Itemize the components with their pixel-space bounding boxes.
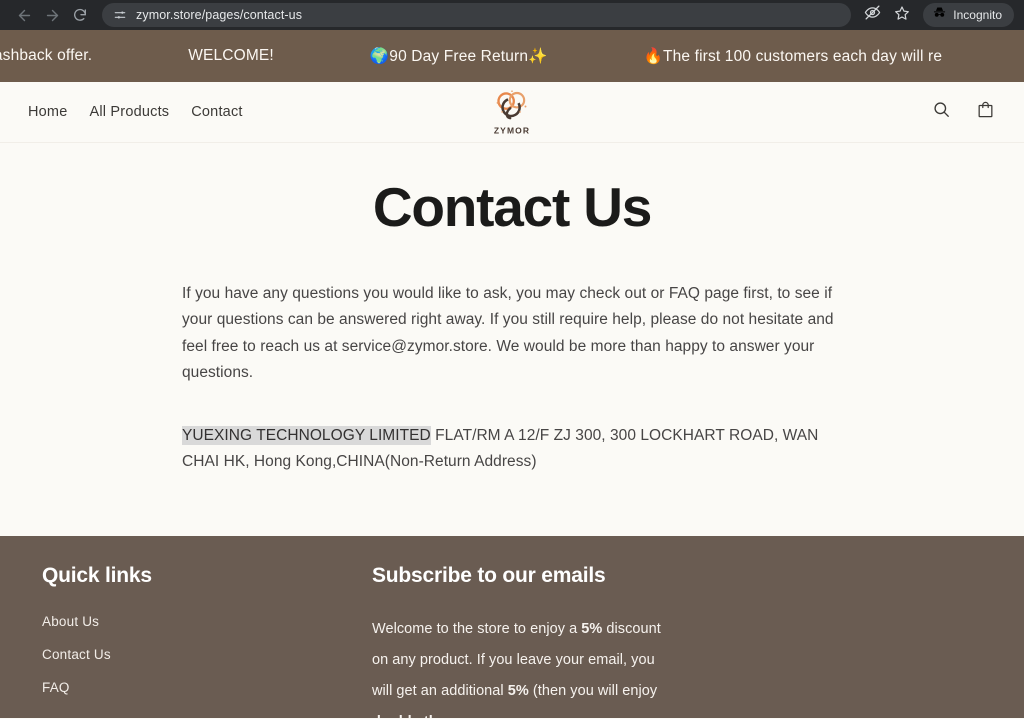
chrome-toolbar-right: Incognito [859,2,1014,28]
nav-link-contact[interactable]: Contact [191,104,242,120]
browser-chrome: zymor.store/pages/contact-us Incognito [0,0,1024,30]
subscribe-bold-2: 5% [507,683,529,699]
forward-button[interactable] [38,1,66,29]
address-bar[interactable]: zymor.store/pages/contact-us [102,3,852,27]
tracking-protection-button[interactable] [859,2,885,28]
tune-icon[interactable] [112,8,127,23]
url-text: zymor.store/pages/contact-us [136,8,303,22]
announcement-item: WELCOME! [188,47,274,64]
company-name-highlighted: YUEXING TECHNOLOGY LIMITED [182,425,431,445]
incognito-icon [932,5,947,25]
zymor-logo-mark-icon [492,89,532,125]
incognito-indicator[interactable]: Incognito [923,3,1014,27]
search-button[interactable] [930,101,952,123]
search-icon [932,100,951,124]
footer-quick-links-heading: Quick links [42,564,152,587]
subscribe-bold-3: double the [372,714,446,718]
footer-link-contact-us[interactable]: Contact Us [42,647,372,662]
subscribe-text-3: (then you will enjoy [528,683,658,699]
star-icon [894,5,910,26]
contact-content: If you have any questions you would like… [182,237,842,476]
announcement-item: 🌍90 Day Free Return✨ [369,47,548,65]
back-button[interactable] [10,1,38,29]
header-actions [930,101,996,123]
footer-subscribe-text: Welcome to the store to enjoy a 5% disco… [372,614,672,718]
contact-intro-paragraph: If you have any questions you would like… [182,284,834,382]
subscribe-bold-1: 5% [581,621,603,637]
footer-link-faq[interactable]: FAQ [42,680,372,695]
site-logo[interactable]: ZYMOR [492,89,532,136]
site-header: Home All Products Contact ZYMOR [0,82,1024,143]
logo-wordmark: ZYMOR [493,125,531,136]
announcement-bar: cashback offer. WELCOME! 🌍90 Day Free Re… [0,30,1024,82]
shopping-bag-icon [976,100,995,124]
footer-subscribe: Subscribe to our emails Welcome to the s… [372,564,672,718]
page-main: Contact Us If you have any questions you… [0,143,1024,536]
main-navigation: Home All Products Contact [28,104,243,120]
announcement-item: cashback offer. [0,47,93,64]
page-title: Contact Us [372,176,653,238]
company-address-paragraph: YUEXING TECHNOLOGY LIMITED FLAT/RM A 12/… [182,423,842,476]
eye-slash-icon [864,4,881,26]
bookmark-button[interactable] [889,2,915,28]
arrow-left-icon [16,7,33,24]
footer-quick-links: Quick links About Us Contact Us FAQ [42,564,372,718]
cart-button[interactable] [974,101,996,123]
nav-link-all-products[interactable]: All Products [89,104,169,120]
subscribe-text-1: Welcome to the store to enjoy a [372,621,582,637]
footer-subscribe-heading: Subscribe to our emails [372,564,606,587]
announcement-track: cashback offer. WELCOME! 🌍90 Day Free Re… [0,47,990,66]
arrow-right-icon [44,7,61,24]
announcement-item: 🔥The first 100 customers each day will r… [643,47,943,65]
nav-link-home[interactable]: Home [28,104,67,120]
footer-link-about-us[interactable]: About Us [42,614,372,629]
reload-button[interactable] [66,1,94,29]
incognito-label: Incognito [953,8,1002,22]
site-footer: Quick links About Us Contact Us FAQ Subs… [0,536,1024,718]
reload-icon [72,7,88,23]
